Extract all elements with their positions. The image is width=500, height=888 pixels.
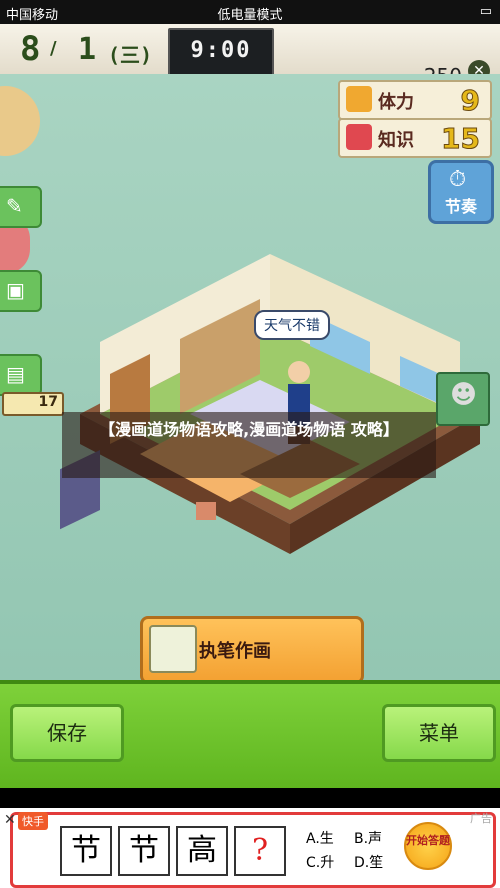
create-button-label: 执笔作画 <box>199 641 271 662</box>
camera-icon: ▣ <box>6 278 25 302</box>
game-scene[interactable]: 体力 9 知识 15 ⏱ 节奏 ✎ ▣ ▤ 天气不错 ☻ 17 【漫画道场物语攻… <box>0 74 500 680</box>
camera-button[interactable]: ▣ <box>0 270 42 312</box>
game-bottom-bar: 保存 菜单 <box>0 680 500 788</box>
save-button[interactable]: 保存 <box>10 704 124 762</box>
clock-display: 9:00 <box>168 28 274 76</box>
stat-stamina: 体力 9 <box>338 80 492 120</box>
clock-time: 9:00 <box>190 38 252 63</box>
stat-label: 体力 <box>378 92 414 113</box>
ad-char: 节 <box>118 826 170 876</box>
date-month: 8 <box>20 29 41 69</box>
ad-close-icon[interactable]: ✕ <box>4 812 16 828</box>
ad-char: 节 <box>60 826 112 876</box>
date-day: 1 <box>78 32 97 67</box>
ad-tag: 广告 <box>470 812 492 825</box>
battery-icon: ▭ <box>479 4 492 19</box>
character-portrait[interactable]: ☻ <box>436 372 490 426</box>
festival-label: 节奏 <box>444 197 477 216</box>
old-man-avatar-icon: ☻ <box>450 380 478 410</box>
ad-char: 高 <box>176 826 228 876</box>
book-icon <box>346 124 372 150</box>
menu-button[interactable]: 菜单 <box>382 704 496 762</box>
stat-label: 知识 <box>378 130 414 151</box>
ad-option[interactable]: D.笙 <box>354 852 383 872</box>
book-count-badge: 17 <box>2 392 64 416</box>
festival-button[interactable]: ⏱ 节奏 <box>428 160 494 224</box>
stat-value: 15 <box>441 122 481 156</box>
power-mode-label: 低电量模式 <box>217 8 283 23</box>
ad-char-question: ? <box>234 826 286 876</box>
status-bar: 中国移动 低电量模式 ▭ <box>0 0 500 24</box>
edit-button[interactable]: ✎ <box>0 186 42 228</box>
overlay-title: 【漫画道场物语攻略,漫画道场物语 攻略】 <box>62 412 436 478</box>
ad-start-button[interactable]: 开始答题 <box>404 822 452 870</box>
sun-decoration <box>0 86 40 156</box>
ad-source-badge: 快手 <box>18 812 48 830</box>
ad-option[interactable]: C.升 <box>306 852 334 872</box>
ad-option[interactable]: A.生 <box>306 828 334 848</box>
create-manga-button[interactable]: 执笔作画 <box>140 616 364 680</box>
job-button[interactable]: ▤ <box>0 354 42 396</box>
stopwatch-icon: ⏱ <box>449 167 467 192</box>
briefcase-icon: ▤ <box>6 362 25 386</box>
manuscript-icon <box>149 625 197 673</box>
pencil-icon: ✎ <box>6 194 23 218</box>
stat-value: 9 <box>460 84 481 118</box>
stat-knowledge: 知识 15 <box>338 118 492 158</box>
ad-option[interactable]: B.声 <box>354 828 382 848</box>
month-separator-icon: / <box>50 38 57 59</box>
stamina-icon <box>346 86 372 112</box>
date-weekday: (三) <box>108 43 153 67</box>
speech-bubble: 天气不错 <box>254 310 330 340</box>
